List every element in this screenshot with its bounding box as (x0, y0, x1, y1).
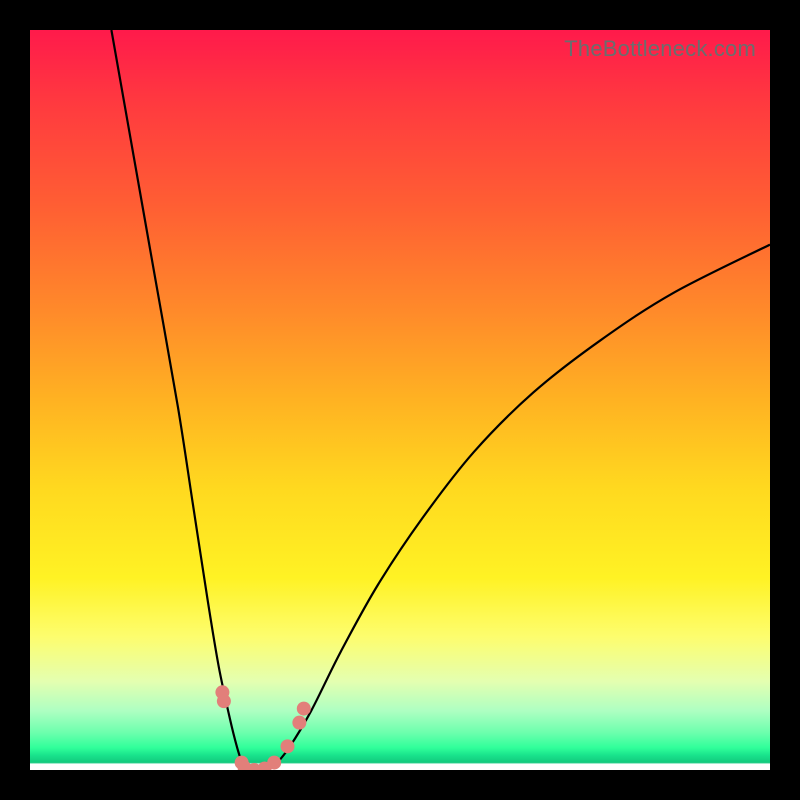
data-marker (281, 739, 295, 753)
chart-frame: TheBottleneck.com (0, 0, 800, 800)
data-marker (297, 702, 311, 716)
data-marker (267, 756, 281, 770)
data-marker (292, 716, 306, 730)
data-markers (215, 685, 310, 770)
curve-left-branch (111, 30, 243, 766)
chart-svg (30, 30, 770, 770)
curve-group (111, 30, 770, 770)
curve-right-branch (274, 245, 770, 767)
data-marker (217, 694, 231, 708)
plot-area: TheBottleneck.com (30, 30, 770, 770)
